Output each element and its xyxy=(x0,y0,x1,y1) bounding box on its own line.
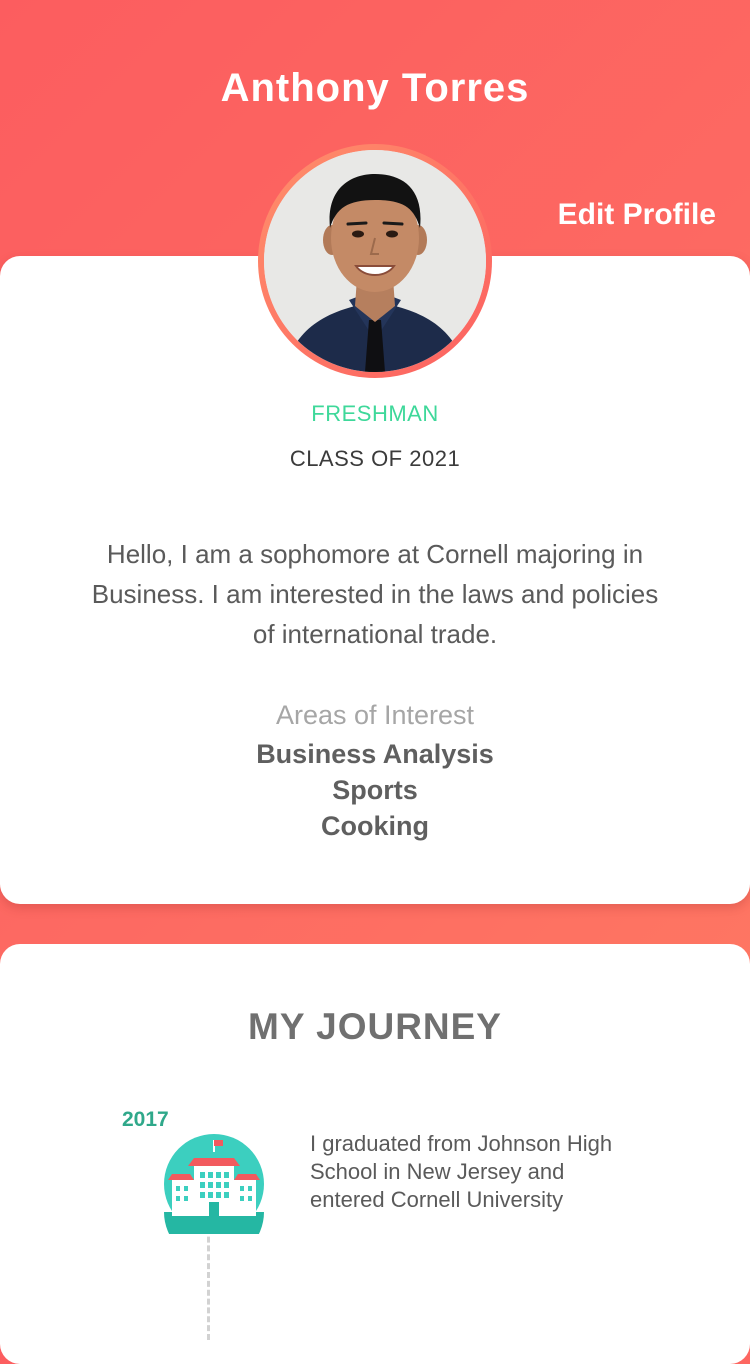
interests-list: Business Analysis Sports Cooking xyxy=(0,736,750,844)
class-of-label: CLASS OF 2021 xyxy=(289,446,461,471)
journey-title: MY JOURNEY xyxy=(248,1006,502,1047)
avatar-photo xyxy=(264,150,486,372)
school-building-icon xyxy=(164,1134,264,1262)
interest-item: Cooking xyxy=(321,811,429,841)
interests-heading: Areas of Interest xyxy=(275,700,475,730)
interest-item: Business Analysis xyxy=(256,739,494,769)
edit-profile-button[interactable]: Edit Profile xyxy=(558,198,716,232)
journey-card: MY JOURNEY 2017 I graduated from Johnson… xyxy=(0,944,750,1364)
interest-item: Sports xyxy=(332,775,418,805)
timeline-year: 2017 xyxy=(122,1108,169,1131)
avatar[interactable] xyxy=(258,144,492,378)
profile-name: Anthony Torres xyxy=(220,66,530,110)
timeline-entry-text: I graduated from Johnson High School in … xyxy=(310,1131,613,1212)
profile-bio: Hello, I am a sophomore at Cornell major… xyxy=(91,539,659,649)
year-level-label: FRESHMAN xyxy=(311,401,439,426)
